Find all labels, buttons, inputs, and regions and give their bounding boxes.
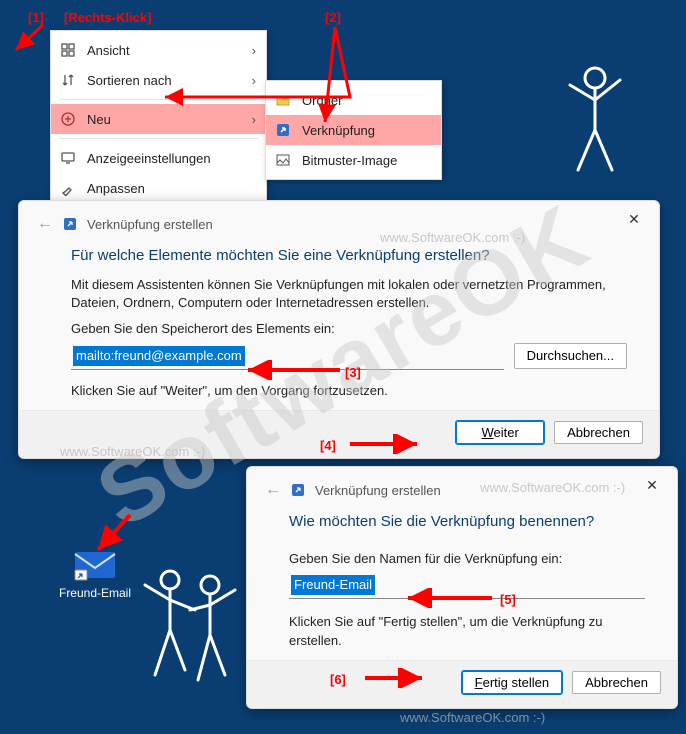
wizard-step-1: ✕ ← Verknüpfung erstellen Für welche Ele…	[18, 200, 660, 459]
menu-label: Anpassen	[87, 181, 256, 196]
context-menu-neu: Ordner Verknüpfung Bitmuster-Image	[265, 80, 442, 180]
menu-item-anpassen[interactable]: Anpassen	[51, 173, 266, 203]
close-button[interactable]: ✕	[619, 207, 649, 231]
plus-circle-icon	[59, 110, 77, 128]
wizard-breadcrumb: ← Verknüpfung erstellen	[19, 201, 659, 237]
name-input[interactable]: Freund-Email	[289, 572, 645, 599]
menu-item-anzeige[interactable]: Anzeigeeinstellungen	[51, 143, 266, 173]
menu-item-neu[interactable]: Neu ›	[51, 104, 266, 134]
context-menu-desktop: Ansicht › Sortieren nach › Neu › Anzeige…	[50, 30, 267, 208]
chevron-right-icon: ›	[242, 43, 256, 58]
menu-item-sortieren[interactable]: Sortieren nach ›	[51, 65, 266, 95]
menu-label: Sortieren nach	[87, 73, 232, 88]
chevron-right-icon: ›	[242, 112, 256, 127]
menu-item-ordner[interactable]: Ordner	[266, 85, 441, 115]
wizard-hint: Klicken Sie auf "Weiter", um den Vorgang…	[71, 382, 627, 400]
name-label: Geben Sie den Namen für die Verknüpfung …	[289, 550, 645, 568]
chevron-right-icon: ›	[242, 73, 256, 88]
location-input[interactable]: mailto:freund@example.com	[71, 343, 504, 370]
folder-icon	[274, 91, 292, 109]
annotation-2: [2]	[325, 10, 341, 25]
menu-label: Ordner	[302, 93, 431, 108]
back-arrow-icon[interactable]: ←	[265, 481, 281, 499]
browse-button[interactable]: Durchsuchen...	[514, 343, 627, 369]
menu-label: Ansicht	[87, 43, 232, 58]
desktop-shortcut[interactable]: Freund-Email	[55, 548, 135, 600]
name-value: Freund-Email	[291, 575, 375, 595]
annotation-1-text: [Rechts-Klick]	[64, 10, 151, 25]
mail-icon	[73, 548, 117, 582]
menu-label: Anzeigeeinstellungen	[87, 151, 256, 166]
cancel-button[interactable]: Abbrechen	[572, 671, 661, 694]
finish-button[interactable]: Fertig stellen	[462, 671, 562, 694]
shortcut-icon	[291, 483, 305, 497]
watermark-line: www.SoftwareOK.com :-)	[400, 710, 545, 725]
wizard-hint: Klicken Sie auf "Fertig stellen", um die…	[289, 613, 645, 649]
display-icon	[59, 149, 77, 167]
shortcut-icon	[274, 121, 292, 139]
view-icon	[59, 41, 77, 59]
menu-label: Verknüpfung	[302, 123, 431, 138]
wizard-intro: Mit diesem Assistenten können Sie Verknü…	[71, 276, 627, 312]
wizard-title: Verknüpfung erstellen	[315, 483, 441, 498]
sort-icon	[59, 71, 77, 89]
menu-label: Bitmuster-Image	[302, 153, 431, 168]
menu-separator	[59, 99, 258, 100]
annotation-1: [1]	[28, 10, 44, 25]
menu-item-verknuepfung[interactable]: Verknüpfung	[266, 115, 441, 145]
shortcut-icon	[63, 217, 77, 231]
menu-label: Neu	[87, 112, 232, 127]
menu-item-bitmuster[interactable]: Bitmuster-Image	[266, 145, 441, 175]
wizard-title: Verknüpfung erstellen	[87, 217, 213, 232]
wizard-step-2: ✕ ← Verknüpfung erstellen Wie möchten Si…	[246, 466, 678, 709]
wizard-heading: Wie möchten Sie die Verknüpfung benennen…	[247, 503, 677, 536]
image-icon	[274, 151, 292, 169]
close-button[interactable]: ✕	[637, 473, 667, 497]
wizard-heading: Für welche Elemente möchten Sie eine Ver…	[19, 237, 659, 270]
menu-item-ansicht[interactable]: Ansicht ›	[51, 35, 266, 65]
location-label: Geben Sie den Speicherort des Elements e…	[71, 320, 627, 338]
brush-icon	[59, 179, 77, 197]
location-value: mailto:freund@example.com	[73, 346, 245, 366]
wizard-breadcrumb: ← Verknüpfung erstellen	[247, 467, 677, 503]
back-arrow-icon[interactable]: ←	[37, 215, 53, 233]
next-button[interactable]: Weiter	[456, 421, 544, 444]
desktop-shortcut-label: Freund-Email	[55, 586, 135, 600]
cancel-button[interactable]: Abbrechen	[554, 421, 643, 444]
menu-separator	[59, 138, 258, 139]
